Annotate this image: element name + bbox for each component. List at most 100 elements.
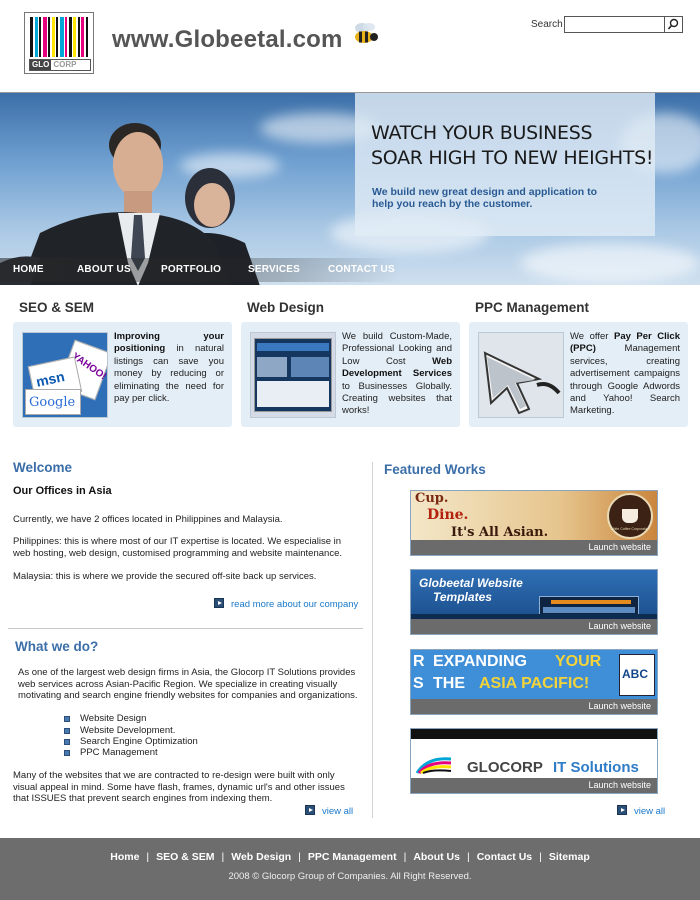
service-description: We offer: [570, 331, 614, 342]
list-item: Website Design: [64, 713, 146, 724]
white-coffee-thumbnail: Cup. Dine. It's All Asian. White Coffee …: [411, 491, 657, 541]
badge-text: White Coffee Corporation: [610, 527, 650, 531]
footer-link-sitemap[interactable]: Sitemap: [549, 851, 590, 863]
site-name[interactable]: www.Globeetal.com: [112, 26, 343, 54]
list-item-label: Website Design: [80, 713, 147, 724]
coffee-badge-icon: White Coffee Corporation: [607, 493, 653, 539]
service-text-web-design: We build Custom-Made, Professional Looki…: [342, 331, 452, 418]
search-input[interactable]: [564, 16, 665, 33]
service-box-seo[interactable]: YAHOO! msn Google Improving your positio…: [13, 322, 232, 427]
main-nav: HOME ABOUT US PORTFOLIO SERVICES CONTACT…: [0, 258, 700, 282]
read-more-link[interactable]: read more about our company: [231, 599, 358, 610]
bullet-icon: [64, 738, 70, 745]
footer-link-about-us[interactable]: About Us: [413, 851, 460, 863]
welcome-paragraph: Malaysia: this is where we provide the s…: [13, 571, 317, 582]
thumbnail-text: ASIA PACIFIC!: [479, 675, 590, 692]
footer-nav: Home | SEO & SEM | Web Design | PPC Management…: [0, 851, 700, 863]
launch-website-link[interactable]: Launch website: [588, 621, 651, 631]
list-item-label: Website Development.: [80, 725, 176, 736]
bullet-icon: [64, 749, 70, 756]
hero-banner: WATCH YOUR BUSINESS SOAR HIGH TO NEW HEI…: [0, 92, 700, 285]
logo-wordmark: GLO CORP: [29, 59, 91, 71]
featured-works-heading: Featured Works: [384, 462, 486, 477]
list-item: Search Engine Optimization: [64, 736, 198, 747]
launch-website-link[interactable]: Launch website: [588, 780, 651, 790]
banner-headline: SOAR HIGH TO NEW HEIGHTS!: [371, 147, 654, 169]
nav-home[interactable]: HOME: [13, 264, 44, 275]
service-title-web-design: Web Design: [247, 300, 325, 315]
thumbnail-text: THE: [433, 675, 465, 692]
list-item: Website Development.: [64, 725, 175, 736]
what-we-do-intro: As one of the largest web design firms i…: [18, 667, 358, 701]
list-item-label: Search Engine Optimization: [80, 736, 198, 747]
thumbnail-text: It's All Asian.: [451, 525, 549, 540]
thumbnail-text: Globeetal Website: [419, 576, 523, 590]
service-title-ppc: PPC Management: [475, 300, 590, 315]
welcome-paragraph: Philippines: this is where most of our I…: [13, 536, 342, 559]
view-all-services-link[interactable]: view all: [322, 806, 353, 817]
logo-text-left: GLO: [30, 60, 52, 70]
copyright-text: 2008 © Glocorp Group of Companies. All R…: [228, 871, 472, 882]
featured-work-card[interactable]: Globeetal Website Templates Launch websi…: [410, 569, 658, 635]
banner-subtext: help you reach by the customer.: [372, 198, 533, 210]
thumbnail-text: Templates: [433, 590, 492, 604]
footer-link-seo-sem[interactable]: SEO & SEM: [156, 851, 214, 863]
business-people-image: [0, 123, 260, 285]
expanding-asia-pacific-thumbnail: R EXPANDING YOUR S THE ASIA PACIFIC! ABC: [411, 650, 657, 700]
nav-services[interactable]: SERVICES: [248, 264, 300, 275]
thumbnail-text: IT Solutions: [553, 759, 639, 776]
featured-work-card[interactable]: Cup. Dine. It's All Asian. White Coffee …: [410, 490, 658, 556]
welcome-paragraph: Currently, we have 2 offices located in …: [13, 514, 283, 525]
offices-subheading: Our Offices in Asia: [13, 485, 112, 497]
service-title-seo: SEO & SEM: [19, 300, 95, 315]
list-item-label: PPC Management: [80, 747, 158, 758]
nav-about-us[interactable]: ABOUT US: [77, 264, 131, 275]
banner-message-panel: WATCH YOUR BUSINESS SOAR HIGH TO NEW HEI…: [355, 93, 655, 236]
footer-separator: |: [146, 851, 150, 863]
welcome-heading: Welcome: [13, 460, 73, 475]
header: GLO CORP www.Globeetal.com Search: [0, 0, 700, 92]
footer: Home | SEO & SEM | Web Design | PPC Management…: [0, 838, 700, 900]
footer-link-home[interactable]: Home: [110, 851, 139, 863]
search-icon: [667, 18, 679, 30]
view-all-works-link[interactable]: view all: [634, 806, 665, 817]
google-label: Google: [29, 395, 76, 410]
launch-website-link[interactable]: Launch website: [588, 701, 651, 711]
launch-website-bar: Launch website: [411, 699, 657, 714]
search-engines-image: YAHOO! msn Google: [22, 332, 108, 418]
abc-logo-icon: ABC: [619, 654, 655, 696]
nav-contact-us[interactable]: CONTACT US: [328, 264, 395, 275]
featured-work-card[interactable]: GLOCORP IT Solutions Launch website: [410, 728, 658, 794]
footer-separator: |: [403, 851, 407, 863]
glocorp-thumbnail: GLOCORP IT Solutions: [411, 729, 657, 779]
cursor-arrow-image: [478, 332, 564, 418]
thumbnail-text: S: [413, 675, 424, 692]
footer-link-web-design[interactable]: Web Design: [231, 851, 291, 863]
column-divider: [372, 462, 373, 818]
thumbnail-text: Dine.: [427, 507, 469, 523]
footer-separator: |: [466, 851, 470, 863]
what-we-do-outro: Many of the websites that we are contrac…: [13, 770, 345, 804]
company-logo[interactable]: GLO CORP: [24, 12, 94, 74]
service-text-ppc: We offer Pay Per Click (PPC) Management …: [570, 331, 680, 418]
service-text-seo: Improving your positioning in natural li…: [114, 331, 224, 405]
service-box-web-design[interactable]: We build Custom-Made, Professional Looki…: [241, 322, 460, 427]
launch-website-link[interactable]: Launch website: [588, 542, 651, 552]
bullet-icon: [64, 727, 70, 734]
thumbnail-text: EXPANDING: [433, 653, 527, 670]
thumbnail-text: Cup.: [415, 491, 449, 506]
featured-work-card[interactable]: R EXPANDING YOUR S THE ASIA PACIFIC! ABC…: [410, 649, 658, 715]
footer-link-contact-us[interactable]: Contact Us: [477, 851, 532, 863]
footer-separator: |: [221, 851, 225, 863]
thumbnail-text: YOUR: [555, 653, 602, 670]
service-box-ppc[interactable]: We offer Pay Per Click (PPC) Management …: [469, 322, 688, 427]
nav-portfolio[interactable]: PORTFOLIO: [161, 264, 221, 275]
glocorp-logo-icon: [415, 757, 452, 775]
badge-text: ABC: [622, 667, 648, 681]
banner-headline: WATCH YOUR BUSINESS: [371, 122, 593, 144]
search-button[interactable]: [664, 16, 683, 33]
arrow-right-icon: [305, 805, 315, 815]
footer-link-ppc-management[interactable]: PPC Management: [308, 851, 397, 863]
footer-separator: |: [298, 851, 301, 863]
launch-website-bar: Launch website: [411, 619, 657, 634]
